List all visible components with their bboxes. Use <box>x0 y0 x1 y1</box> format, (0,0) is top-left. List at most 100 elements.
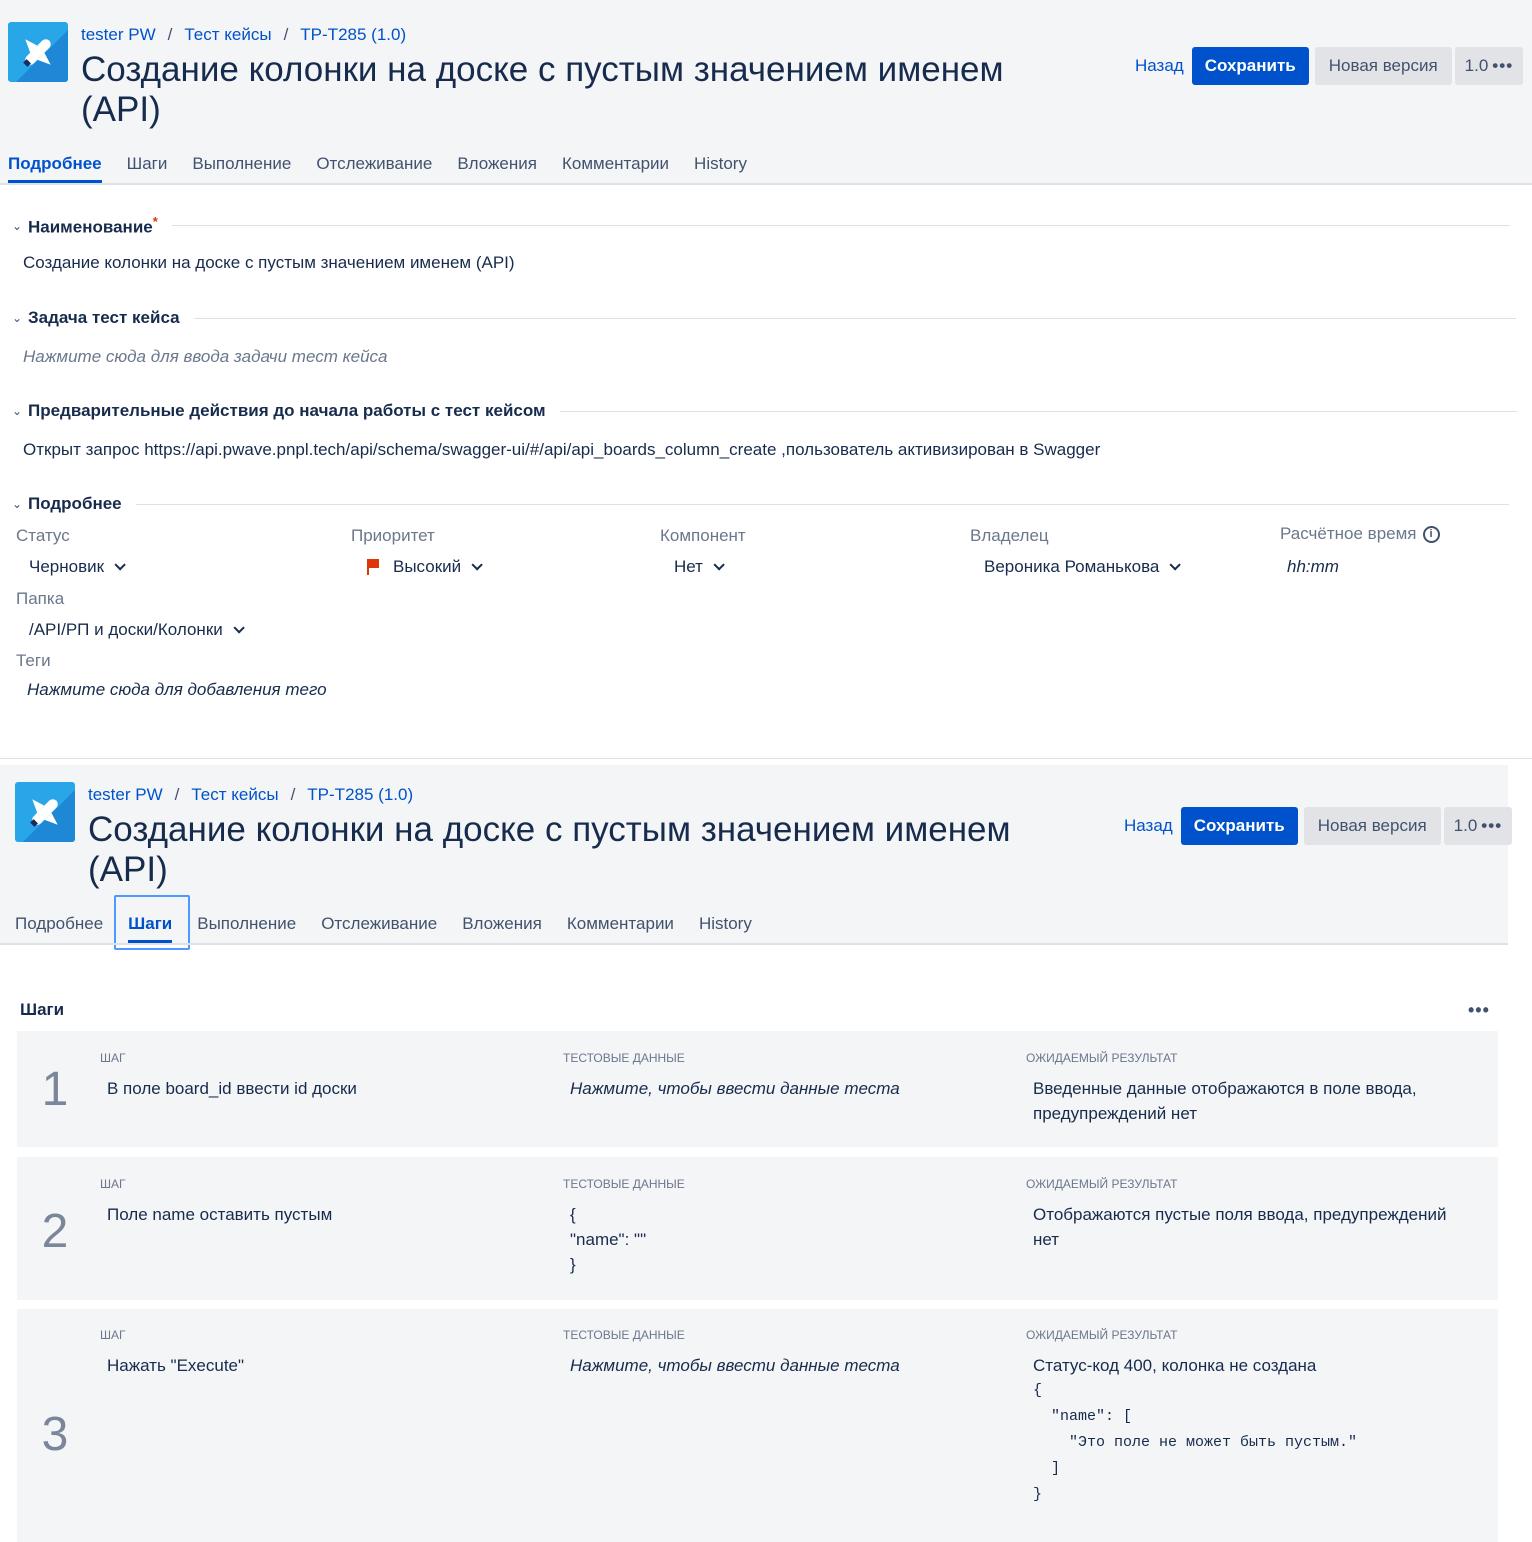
chevron-down-icon: ⌄ <box>12 218 23 233</box>
tab-history[interactable]: History <box>694 151 747 187</box>
section-divider <box>135 503 1509 505</box>
step-description[interactable]: В поле board_id ввести id доски <box>107 1076 537 1101</box>
info-icon[interactable]: i <box>1422 525 1440 543</box>
precondition-section-header[interactable]: ⌄ Предварительные действия до начала раб… <box>12 401 1517 421</box>
priority-select[interactable]: Высокий <box>367 557 483 577</box>
owner-value: Вероника Романькова <box>984 557 1160 576</box>
chevron-down-icon: ⌄ <box>12 497 23 511</box>
step-column-label: Шаг <box>100 1177 126 1191</box>
tab-steps[interactable]: Шаги <box>128 911 173 947</box>
chevron-down-icon <box>713 559 725 571</box>
breadcrumb-project[interactable]: tester PW <box>81 25 156 44</box>
more-icon: ••• <box>1492 56 1514 75</box>
chevron-down-icon: ⌄ <box>12 311 23 325</box>
folder-value: /API/РП и доски/Колонки <box>29 620 223 639</box>
component-select[interactable]: Нет <box>674 557 725 577</box>
name-section-label: Наименование* <box>28 214 158 237</box>
more-icon: ••• <box>1481 816 1503 835</box>
tab-traceability[interactable]: Отслеживание <box>321 911 437 947</box>
details-section-header[interactable]: ⌄ Подробнее <box>12 494 1509 514</box>
steps-title: Шаги <box>20 1000 65 1019</box>
name-section-header[interactable]: ⌄ Наименование* <box>12 214 1510 238</box>
back-button[interactable]: Назад <box>1124 816 1173 836</box>
owner-select[interactable]: Вероника Романькова <box>984 557 1182 577</box>
tab-divider <box>0 183 1532 185</box>
step-column-label: Шаг <box>100 1051 126 1065</box>
expected-result-text: Статус-код 400, колонка не создана <box>1033 1356 1317 1375</box>
step-description[interactable]: Поле name оставить пустым <box>107 1202 537 1227</box>
details-view: tester PW / Тест кейсы / TP-T285 (1.0) Созда… <box>0 0 1532 760</box>
tab-details[interactable]: Подробнее <box>8 151 102 187</box>
breadcrumb-test-cases[interactable]: Тест кейсы <box>191 785 278 804</box>
tab-execution[interactable]: Выполнение <box>197 911 296 947</box>
status-label: Статус <box>16 526 70 545</box>
test-data-field[interactable]: { "name": "" } <box>570 1202 1000 1277</box>
chevron-down-icon <box>1169 559 1182 571</box>
component-label: Компонент <box>660 526 746 545</box>
new-version-button[interactable]: Новая версия <box>1303 807 1441 845</box>
step-row[interactable]: 3 Шаг Нажать "Execute" Тестовые данные Н… <box>17 1309 1498 1542</box>
project-logo-icon[interactable] <box>15 782 75 842</box>
tab-comments[interactable]: Комментарии <box>567 911 674 947</box>
header-actions: Назад Сохранить Новая версия 1.0 ••• <box>1124 807 1515 845</box>
expected-result-field[interactable]: Введенные данные отображаются в поле вво… <box>1033 1076 1453 1126</box>
name-field[interactable]: Создание колонки на доске с пустым значе… <box>23 253 515 273</box>
tab-history[interactable]: History <box>699 911 752 947</box>
breadcrumb: tester PW / Тест кейсы / TP-T285 (1.0) <box>88 785 414 804</box>
tab-comments[interactable]: Комментарии <box>562 151 669 187</box>
tags-input[interactable]: Нажмите сюда для добавления тего <box>27 680 335 700</box>
task-field[interactable]: Нажмите сюда для ввода задачи тест кейса <box>23 347 387 367</box>
test-data-column-label: Тестовые данные <box>563 1177 685 1191</box>
owner-label: Владелец <box>970 526 1049 545</box>
step-row[interactable]: 2 Шаг Поле name оставить пустым Тестовые… <box>17 1157 1498 1300</box>
back-button[interactable]: Назад <box>1135 56 1184 76</box>
priority-label: Приоритет <box>351 526 435 545</box>
status-select[interactable]: Черновик <box>29 557 126 577</box>
chevron-down-icon <box>233 622 245 634</box>
version-menu-button[interactable]: 1.0 ••• <box>1454 47 1524 85</box>
precondition-field[interactable]: Открыт запрос https://api.pwave.pnpl.tec… <box>23 440 1100 460</box>
breadcrumb-test-cases[interactable]: Тест кейсы <box>184 25 271 44</box>
version-label: 1.0 <box>1464 56 1489 75</box>
details-section-label: Подробнее <box>28 494 122 513</box>
breadcrumb-project[interactable]: tester PW <box>88 785 163 804</box>
project-logo-icon[interactable] <box>8 22 68 82</box>
tags-label: Теги <box>16 651 51 670</box>
expected-result-column-label: Ожидаемый результат <box>1026 1328 1178 1342</box>
step-row[interactable]: 1 Шаг В поле board_id ввести id доски Те… <box>17 1031 1498 1147</box>
expected-result-field[interactable]: Статус-код 400, колонка не создана { "na… <box>1033 1353 1473 1508</box>
tab-execution[interactable]: Выполнение <box>192 151 291 187</box>
step-description[interactable]: Нажать "Execute" <box>107 1353 537 1378</box>
tab-attachments[interactable]: Вложения <box>462 911 542 947</box>
tab-bar: Подробнее Шаги Выполнение Отслеживание В… <box>8 151 772 187</box>
tab-attachments[interactable]: Вложения <box>457 151 537 187</box>
version-menu-button[interactable]: 1.0 ••• <box>1443 807 1513 845</box>
breadcrumb: tester PW / Тест кейсы / TP-T285 (1.0) <box>81 25 407 44</box>
step-column-label: Шаг <box>100 1328 126 1342</box>
save-button[interactable]: Сохранить <box>1191 47 1309 85</box>
test-data-field[interactable]: Нажмите, чтобы ввести данные теста <box>570 1076 1000 1101</box>
tab-divider <box>0 943 1508 945</box>
task-section-header[interactable]: ⌄ Задача тест кейса <box>12 308 1516 328</box>
steps-more-icon[interactable]: ••• <box>1468 1000 1490 1021</box>
folder-label: Папка <box>16 589 65 608</box>
tab-details[interactable]: Подробнее <box>15 911 103 947</box>
test-data-field[interactable]: Нажмите, чтобы ввести данные теста <box>570 1353 1000 1378</box>
task-section-label: Задача тест кейса <box>28 308 180 327</box>
folder-select[interactable]: /API/РП и доски/Колонки <box>29 620 245 640</box>
tab-traceability[interactable]: Отслеживание <box>316 151 432 187</box>
tab-bar: Подробнее Шаги Выполнение Отслеживание В… <box>15 911 777 947</box>
new-version-button[interactable]: Новая версия <box>1314 47 1452 85</box>
test-data-line: { <box>570 1205 576 1224</box>
breadcrumb-test-case-key[interactable]: TP-T285 (1.0) <box>300 25 406 44</box>
tab-steps[interactable]: Шаги <box>127 151 168 187</box>
breadcrumb-test-case-key[interactable]: TP-T285 (1.0) <box>307 785 413 804</box>
version-label: 1.0 <box>1453 816 1478 835</box>
expected-result-field[interactable]: Отображаются пустые поля ввода, предупре… <box>1033 1202 1473 1252</box>
chevron-down-icon <box>471 559 483 571</box>
step-number: 1 <box>41 1063 69 1116</box>
save-button[interactable]: Сохранить <box>1180 807 1298 845</box>
step-number: 2 <box>41 1205 69 1258</box>
section-divider <box>171 225 1510 227</box>
estimate-input[interactable]: hh:mm <box>1287 557 1339 577</box>
